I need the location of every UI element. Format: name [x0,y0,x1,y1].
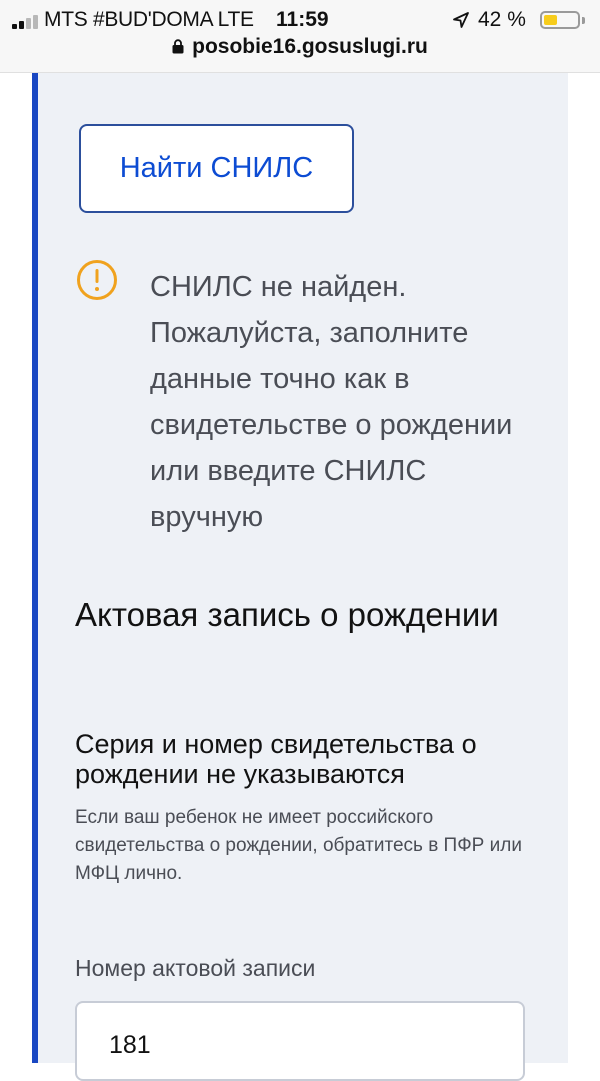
address-bar[interactable]: posobie16.gosuslugi.ru [0,35,600,59]
certificate-option-title[interactable]: Серия и номер свидетельства о рождении н… [75,729,545,789]
battery-icon [540,11,580,29]
form-panel [32,73,568,1063]
record-number-label: Номер актовой записи [75,955,316,981]
battery-tip [582,17,585,24]
battery-percent: 42 % [478,8,526,31]
clock: 11:59 [276,8,329,31]
status-row: MTS #BUD'DOMA LTE 11:59 42 % [0,8,600,34]
location-arrow-icon [453,12,469,28]
snils-not-found-message: СНИЛС не найден. Пожалуйста, заполните д… [150,271,513,533]
signal-strength-icon [12,15,42,29]
status-bar: MTS #BUD'DOMA LTE 11:59 42 % posobie16.g… [0,0,600,73]
find-snils-button[interactable]: Найти СНИЛС [79,124,354,213]
record-number-input[interactable]: 181 [75,1001,525,1081]
certificate-hint: Если ваш ребенок не имеет российского св… [75,807,522,884]
lock-icon [172,39,184,54]
warning-icon [77,260,117,300]
carrier-name: MTS #BUD'DOMA LTE [44,8,254,31]
section-title-birth-record: Актовая запись о рождении [75,596,499,633]
accent-bar [32,73,38,1063]
battery-level-fill [544,15,557,25]
url-text: posobie16.gosuslugi.ru [192,35,428,58]
